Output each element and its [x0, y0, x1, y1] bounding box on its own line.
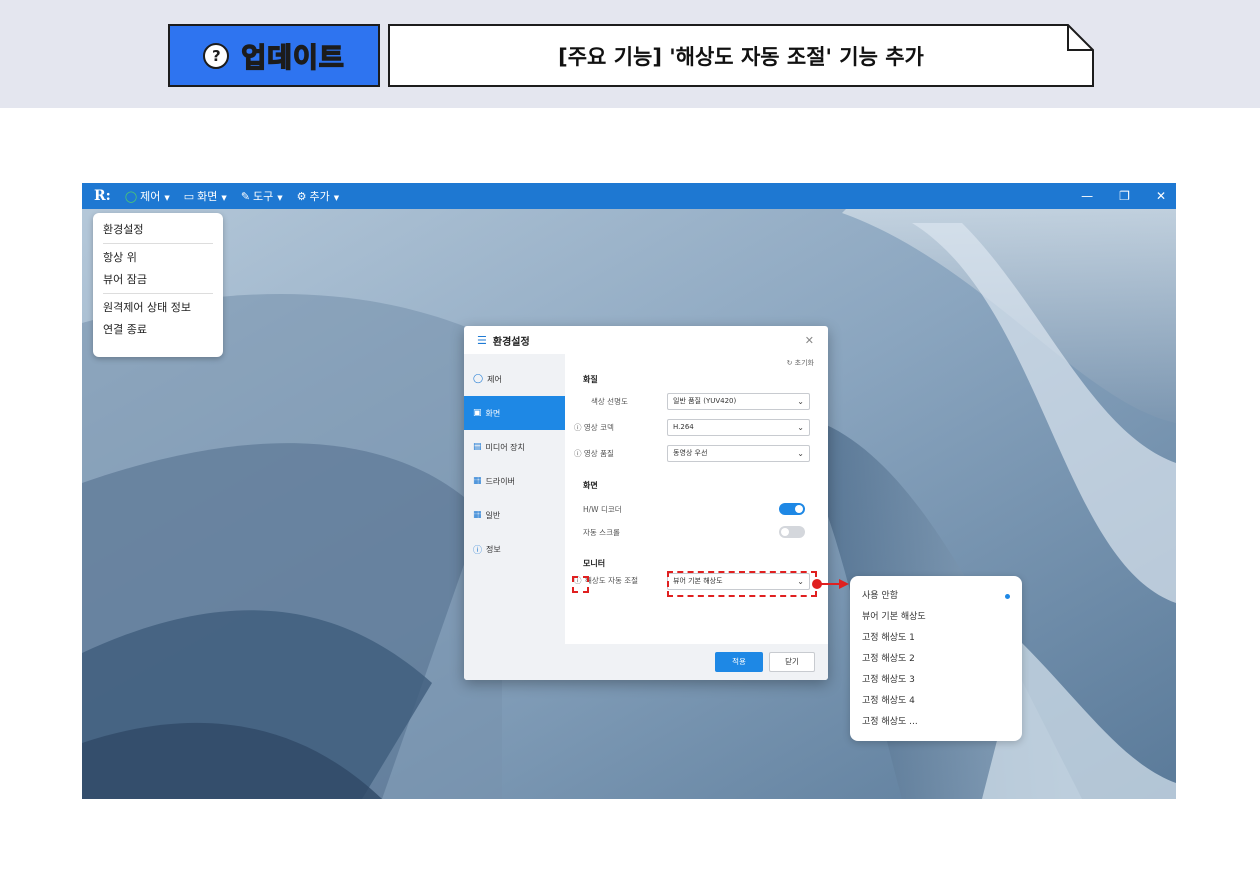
close-button[interactable]: 닫기 [769, 652, 815, 672]
feature-title-box: [주요 기능] '해상도 자동 조절' 기능 추가 [388, 24, 1094, 87]
menu-item-status-info[interactable]: 원격제어 상태 정보 [103, 297, 213, 319]
hw-decoder-label: H/W 디코더 [583, 505, 622, 514]
option-fixed-2[interactable]: 고정 해상도 2 [862, 649, 1010, 670]
menu-screen[interactable]: ▭ 화면 ▼ [184, 188, 237, 204]
header-banner: ? 업데이트 [주요 기능] '해상도 자동 조절' 기능 추가 [0, 0, 1260, 108]
question-bubble-icon: ? [203, 42, 230, 69]
feature-title: [주요 기능] '해상도 자동 조절' 기능 추가 [558, 44, 924, 69]
settings-sidebar: ◯ 제어 ▣ 화면 ▤ 미디어 장치 ▦ 드라이버 ▦ 일반 ⓘ 정보 [464, 354, 565, 644]
video-codec-select[interactable]: H.264 ⌄ [667, 419, 810, 436]
sidebar-item-screen[interactable]: ▣ 화면 [464, 396, 565, 430]
sidebar-item-driver[interactable]: ▦ 드라이버 [464, 464, 565, 498]
power-circle-icon: ◯ [124, 190, 138, 203]
chevron-down-icon: ⌄ [797, 397, 804, 406]
info-icon: ⓘ [473, 545, 483, 556]
auto-scroll-toggle[interactable] [779, 526, 805, 538]
chevron-down-icon: ⌄ [797, 423, 804, 432]
refresh-icon: ↻ [786, 359, 795, 367]
power-icon: ◯ [473, 374, 484, 384]
highlight-resolution-select [667, 571, 817, 597]
chevron-down-icon: ▼ [333, 194, 340, 202]
sidebar-item-control[interactable]: ◯ 제어 [464, 362, 565, 396]
option-fixed-4[interactable]: 고정 해상도 4 [862, 691, 1010, 712]
update-badge: ? 업데이트 [168, 24, 380, 87]
video-quality-select[interactable]: 동영상 우선 ⌄ [667, 445, 810, 462]
monitor-icon: ▭ [183, 190, 195, 203]
close-icon[interactable]: ✕ [805, 334, 814, 347]
chevron-down-icon: ▼ [164, 194, 170, 202]
driver-icon: ▦ [473, 476, 482, 486]
option-viewer-default[interactable]: 뷰어 기본 해상도 [862, 607, 1010, 628]
dialog-footer: 적용 닫기 [464, 644, 828, 680]
color-clarity-label: 색상 선명도 [591, 397, 628, 406]
screen-icon: ▣ [473, 408, 482, 418]
wrench-icon: ✎ [240, 190, 251, 203]
media-device-icon: ▤ [473, 442, 482, 452]
auto-resolution-label: 해상도 자동 조절 [585, 576, 639, 585]
option-fixed-1[interactable]: 고정 해상도 1 [862, 628, 1010, 649]
section-monitor: 모니터 [583, 559, 606, 568]
menu-tools[interactable]: ✎ 도구 ▼ [241, 188, 293, 204]
remote-screen: R: ◯ 제어 ▼ ▭ 화면 ▼ ✎ 도구 ▼ ⚙ 추가 ▼ — ❐ ✕ 환경설정 항상 위 뷰… [82, 183, 1176, 799]
settings-content: ↻ 초기화 화질 색상 선명도 일반 품질 (YUV420) ⌄ ⓘ 영상 코덱 … [565, 354, 828, 644]
reset-button[interactable]: ↻ 초기화 [787, 358, 814, 368]
callout-arrow [812, 579, 849, 589]
more-dropdown-menu: 환경설정 항상 위 뷰어 잠금 원격제어 상태 정보 연결 종료 [93, 213, 223, 357]
color-clarity-select[interactable]: 일반 품질 (YUV420) ⌄ [667, 393, 810, 410]
toggle-knob [795, 505, 803, 513]
auto-scroll-label: 자동 스크롤 [583, 528, 620, 537]
menu-item-always-on-top[interactable]: 항상 위 [103, 247, 213, 269]
apply-button[interactable]: 적용 [715, 652, 763, 672]
divider [103, 293, 213, 294]
chevron-down-icon: ▼ [277, 194, 283, 202]
dialog-header: ☰ 환경설정 ✕ [464, 326, 828, 354]
option-none[interactable]: 사용 안함 [862, 586, 1010, 607]
highlight-info-icon [572, 576, 589, 593]
update-badge-label: 업데이트 [241, 42, 345, 75]
menu-item-viewer-lock[interactable]: 뷰어 잠금 [103, 269, 213, 291]
menu-more[interactable]: ⚙ 추가 ▼ [297, 188, 350, 204]
settings-dialog: ☰ 환경설정 ✕ ◯ 제어 ▣ 화면 ▤ 미디어 장치 ▦ 드라이버 ▦ 일반 ⓘ 정보 ↻… [464, 326, 828, 680]
toggle-knob [781, 528, 789, 536]
section-screen: 화면 [583, 481, 598, 490]
chevron-down-icon: ▼ [221, 194, 227, 202]
viewer-toolbar: R: ◯ 제어 ▼ ▭ 화면 ▼ ✎ 도구 ▼ ⚙ 추가 ▼ — ❐ ✕ [82, 183, 1176, 209]
hw-decoder-toggle[interactable] [779, 503, 805, 515]
sidebar-item-general[interactable]: ▦ 일반 [464, 498, 565, 532]
resolution-options-dropdown: 사용 안함 뷰어 기본 해상도 고정 해상도 1 고정 해상도 2 고정 해상도… [850, 576, 1022, 741]
chevron-down-icon: ⌄ [797, 449, 804, 458]
settings-sliders-icon: ☰ [477, 333, 487, 347]
menu-item-settings[interactable]: 환경설정 [103, 219, 213, 241]
app-logo: R: [94, 188, 111, 204]
section-quality: 화질 [583, 375, 598, 384]
grid-icon: ▦ [473, 510, 482, 520]
divider [103, 243, 213, 244]
video-codec-label: ⓘ 영상 코덱 [574, 423, 614, 432]
sidebar-item-info[interactable]: ⓘ 정보 [464, 532, 565, 566]
minimize-icon[interactable]: — [1081, 189, 1093, 203]
gear-icon: ⚙ [296, 190, 307, 203]
restore-icon[interactable]: ❐ [1119, 189, 1130, 203]
option-fixed-3[interactable]: 고정 해상도 3 [862, 670, 1010, 691]
dialog-title: 환경설정 [492, 336, 530, 348]
close-icon[interactable]: ✕ [1156, 189, 1166, 203]
menu-control[interactable]: ◯ 제어 ▼ [125, 188, 180, 204]
video-quality-label: ⓘ 영상 품질 [574, 449, 614, 458]
menu-item-disconnect[interactable]: 연결 종료 [103, 319, 213, 341]
sidebar-item-media-device[interactable]: ▤ 미디어 장치 [464, 430, 565, 464]
selected-dot-icon [1005, 594, 1010, 599]
option-fixed-more[interactable]: 고정 해상도 ... [862, 712, 1010, 733]
